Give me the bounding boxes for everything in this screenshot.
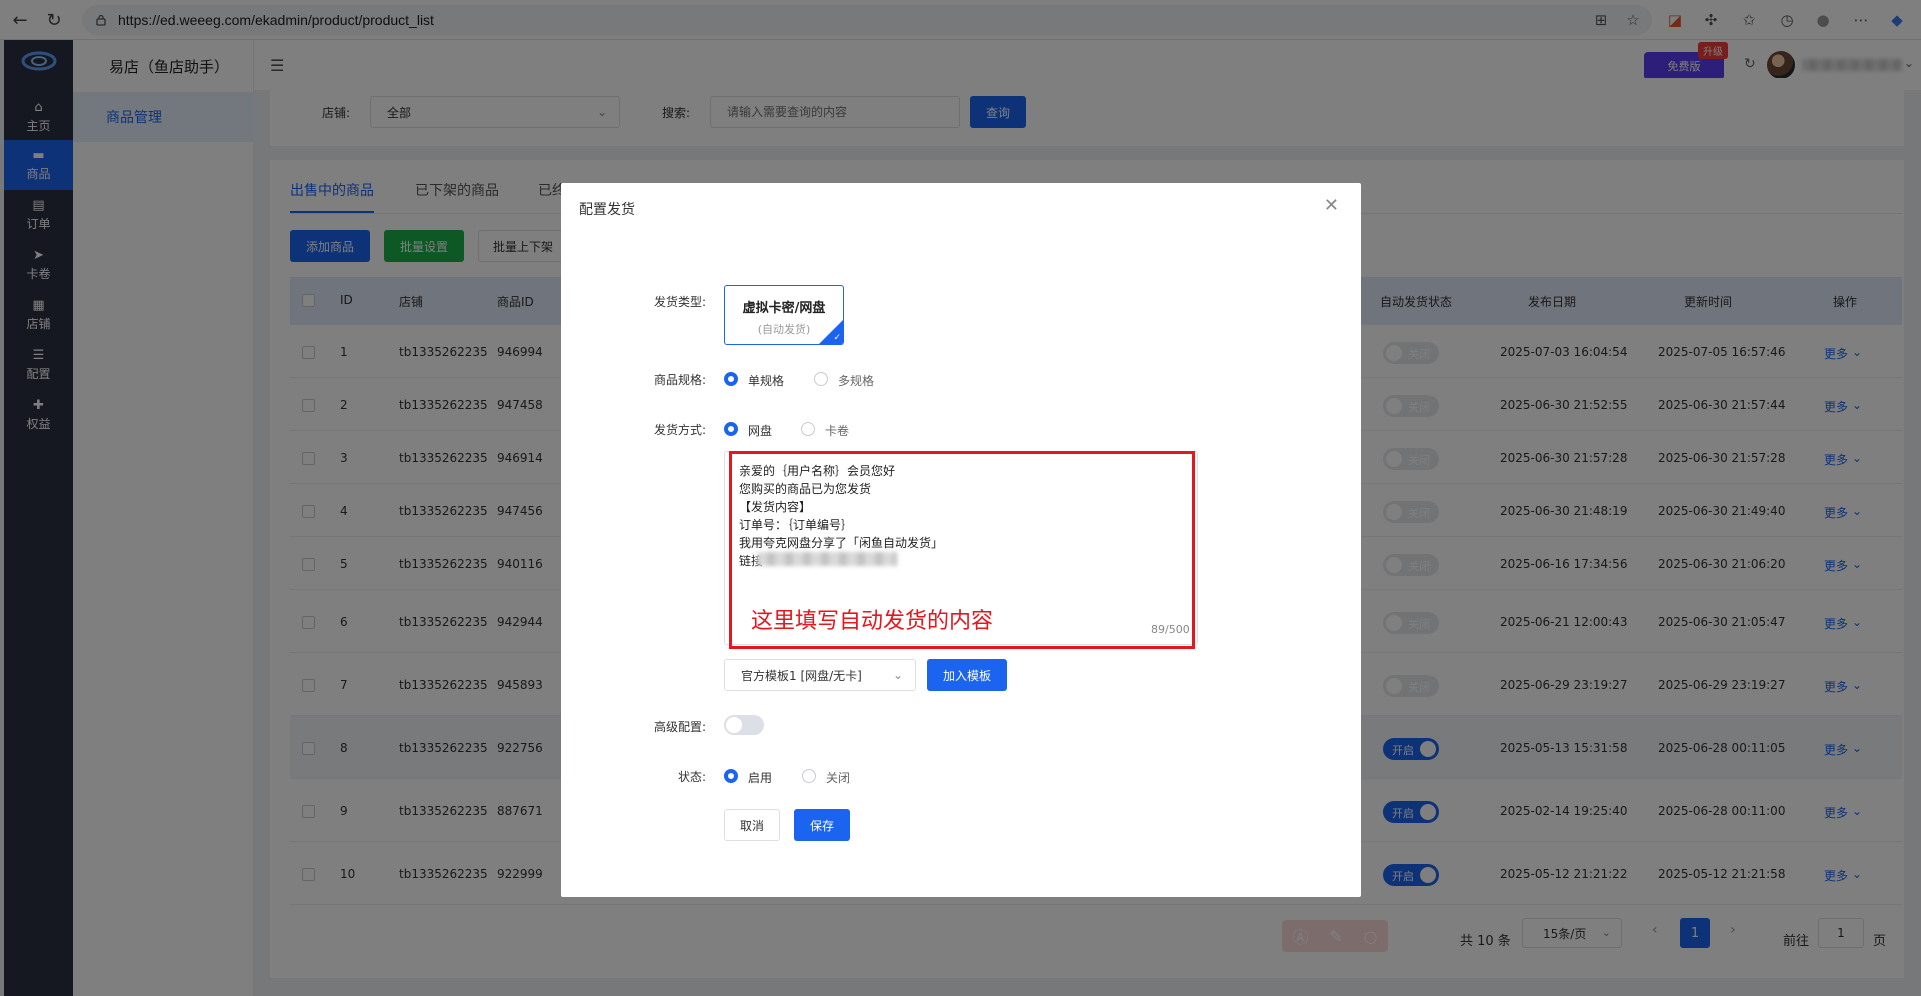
method-label: 发货方式:	[653, 423, 706, 437]
toggle-knob	[726, 717, 742, 733]
spec-single-radio[interactable]	[724, 372, 738, 386]
character-counter: 89/500	[1151, 623, 1190, 636]
close-icon[interactable]: ✕	[1324, 195, 1339, 216]
template-select-value: 官方模板1 [网盘/无卡]	[741, 668, 862, 683]
status-disable-radio[interactable]	[802, 769, 816, 783]
check-icon: ✓	[833, 333, 841, 343]
status-enable-radio[interactable]	[724, 769, 738, 783]
spec-label: 商品规格:	[653, 373, 706, 387]
add-template-button[interactable]: 加入模板	[927, 659, 1007, 691]
status-label: 状态:	[677, 770, 706, 784]
status-disable-label[interactable]: 关闭	[826, 769, 850, 786]
method-netdisk-label[interactable]: 网盘	[748, 422, 772, 439]
advanced-config-label: 高级配置:	[653, 720, 706, 734]
delivery-type-title: 虚拟卡密/网盘	[742, 301, 826, 316]
spec-multi-label[interactable]: 多规格	[838, 372, 874, 389]
status-enable-label[interactable]: 启用	[748, 769, 772, 786]
spec-single-label[interactable]: 单规格	[748, 372, 784, 389]
method-card-label[interactable]: 卡卷	[825, 422, 849, 439]
advanced-config-toggle[interactable]	[724, 715, 764, 735]
delivery-config-modal: 配置发货 ✕ 发货类型: 虚拟卡密/网盘 (自动发货) ✓ 商品规格: 单规格 …	[561, 183, 1361, 897]
spec-multi-radio[interactable]	[814, 372, 828, 386]
save-button[interactable]: 保存	[794, 809, 850, 841]
delivery-type-label: 发货类型:	[653, 295, 706, 309]
chevron-down-icon: ⌄	[892, 668, 903, 682]
cancel-button[interactable]: 取消	[724, 809, 780, 841]
delivery-type-card[interactable]: 虚拟卡密/网盘 (自动发货) ✓	[724, 285, 844, 345]
annotation-text: 这里填写自动发货的内容	[751, 609, 994, 634]
method-netdisk-radio[interactable]	[724, 422, 738, 436]
method-card-radio[interactable]	[801, 422, 815, 436]
modal-title: 配置发货	[579, 202, 635, 218]
template-select[interactable]: 官方模板1 [网盘/无卡] ⌄	[724, 659, 916, 691]
